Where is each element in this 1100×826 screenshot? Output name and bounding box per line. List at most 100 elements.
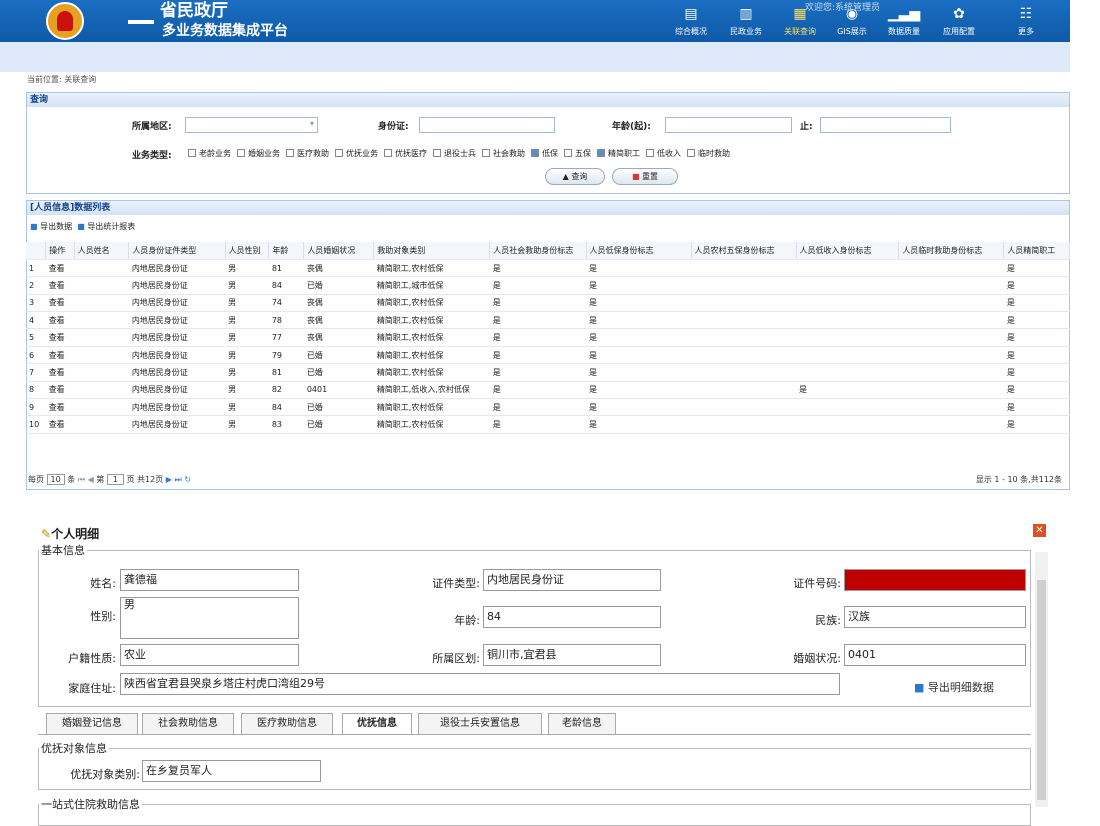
- chevron-down-icon: ▾: [309, 119, 314, 128]
- export-button[interactable]: 导出数据: [40, 222, 72, 231]
- column-header: [26, 242, 47, 260]
- age-to-label: 止:: [800, 122, 813, 132]
- export-icon: ■: [30, 222, 38, 231]
- marriage-field[interactable]: 0401: [844, 644, 1026, 666]
- first-page-icon[interactable]: ⏮: [78, 475, 85, 484]
- nation-field[interactable]: 汉族: [844, 606, 1026, 628]
- type-checkbox-5[interactable]: 退役士兵: [433, 149, 476, 158]
- sex-field[interactable]: 男: [120, 597, 299, 639]
- download-icon: ■: [914, 681, 925, 694]
- prev-page-icon[interactable]: ◀: [88, 475, 94, 484]
- view-link[interactable]: 查看: [45, 381, 75, 400]
- view-link[interactable]: 查看: [45, 259, 75, 278]
- column-header: 人员临时救助身份标志: [898, 242, 1005, 260]
- next-page-icon[interactable]: ▶: [166, 475, 172, 484]
- table-cell: 内地居民身份证: [128, 415, 226, 434]
- view-link[interactable]: 查看: [45, 311, 75, 330]
- table-row[interactable]: 1 查看 内地居民身份证男 81 丧偶 精简职工,农村低保是是是: [26, 259, 1070, 278]
- table-row[interactable]: 6 查看 内地居民身份证男 79 已婚 精简职工,农村低保是是是: [26, 346, 1070, 365]
- age-from-input[interactable]: [665, 117, 792, 133]
- age-field[interactable]: 84: [483, 606, 661, 628]
- column-header: 年龄: [268, 242, 305, 260]
- export-detail-button[interactable]: ■ 导出明细数据: [914, 679, 994, 695]
- view-link[interactable]: 查看: [45, 294, 75, 313]
- checkbox-icon: [597, 149, 605, 157]
- table-cell: 男: [225, 415, 269, 434]
- refresh-icon[interactable]: ↻: [184, 475, 191, 484]
- view-link[interactable]: 查看: [45, 276, 75, 295]
- table-cell: 男: [225, 294, 269, 313]
- type-checkbox-0[interactable]: 老龄业务: [188, 149, 231, 158]
- table-cell: 是: [1003, 294, 1070, 313]
- table-cell: 是: [586, 276, 691, 295]
- page-size-select[interactable]: 10: [46, 474, 65, 485]
- table-cell: 是: [586, 381, 691, 400]
- view-link[interactable]: 查看: [45, 398, 75, 417]
- list-title: [人员信息]数据列表: [27, 201, 1069, 215]
- table-row[interactable]: 9 查看 内地居民身份证男 84 已婚 精简职工,农村低保是是是: [26, 398, 1070, 417]
- table-cell: 3: [26, 294, 46, 313]
- id-type-field[interactable]: 内地居民身份证: [483, 569, 661, 591]
- table-cell: 精简职工,农村低保: [373, 259, 490, 278]
- table-row[interactable]: 2 查看 内地居民身份证男 84 已婚 精简职工,城市低保是是是: [26, 276, 1070, 295]
- nav-item-3[interactable]: ◉ GIS展示: [826, 6, 878, 37]
- type-checkbox-6[interactable]: 社会救助: [482, 149, 525, 158]
- yf-category-field[interactable]: 在乡复员军人: [142, 760, 321, 782]
- type-checkbox-11[interactable]: 临时救助: [687, 149, 730, 158]
- table-cell: 精简职工,农村低保: [373, 294, 490, 313]
- table-row[interactable]: 5 查看 内地居民身份证男 77 丧偶 精简职工,农村低保是是是: [26, 328, 1070, 347]
- close-icon[interactable]: ✕: [1033, 524, 1046, 537]
- tab-3[interactable]: 优抚信息: [342, 713, 412, 735]
- hukou-field[interactable]: 农业: [120, 644, 299, 666]
- region-select[interactable]: ▾: [185, 117, 318, 133]
- table-row[interactable]: 10 查看 内地居民身份证男 83 已婚 精简职工,农村低保是是是: [26, 415, 1070, 434]
- export-stat-button[interactable]: 导出统计报表: [87, 222, 135, 231]
- table-row[interactable]: 7 查看 内地居民身份证男 81 已婚 精简职工,农村低保是是是: [26, 363, 1070, 382]
- type-checkbox-7[interactable]: 低保: [531, 149, 558, 158]
- area-field[interactable]: 铜川市,宜君县: [483, 644, 661, 666]
- last-page-icon[interactable]: ⏭: [174, 475, 181, 484]
- type-checkbox-1[interactable]: 婚姻业务: [237, 149, 280, 158]
- tab-5[interactable]: 老龄信息: [548, 713, 616, 735]
- nav-item-5[interactable]: ✿ 应用配置: [933, 6, 985, 37]
- checkbox-icon: [384, 149, 392, 157]
- table-row[interactable]: 3 查看 内地居民身份证男 74 丧偶 精简职工,农村低保是是是: [26, 294, 1070, 313]
- age-to-input[interactable]: [820, 117, 951, 133]
- type-checkbox-10[interactable]: 低收入: [646, 149, 681, 158]
- view-link[interactable]: 查看: [45, 415, 75, 434]
- id-input[interactable]: [419, 117, 555, 133]
- type-checkbox-4[interactable]: 优抚医疗: [384, 149, 427, 158]
- view-link[interactable]: 查看: [45, 363, 75, 382]
- detail-scrollbar[interactable]: [1035, 552, 1048, 807]
- column-header: 操作: [45, 242, 75, 260]
- name-field[interactable]: 龚德福: [120, 569, 299, 591]
- table-cell: 精简职工,低收入,农村低保: [373, 381, 490, 400]
- type-checkbox-3[interactable]: 优抚业务: [335, 149, 378, 158]
- reset-button[interactable]: ■ 重置: [612, 168, 678, 185]
- table-cell: 74: [268, 294, 304, 313]
- table-cell: 7: [26, 363, 46, 382]
- nav-item-0[interactable]: ▤ 综合概况: [665, 6, 717, 37]
- table-row[interactable]: 8 查看 内地居民身份证男 82 0401 精简职工,低收入,农村低保是是是是: [26, 381, 1070, 400]
- view-link[interactable]: 查看: [45, 346, 75, 365]
- table-cell: [74, 294, 129, 313]
- address-field[interactable]: 陕西省宜君县哭泉乡塔庄村虎口湾组29号: [120, 673, 840, 695]
- tab-1[interactable]: 社会救助信息: [142, 713, 234, 735]
- page-input[interactable]: 1: [106, 474, 124, 485]
- type-checkbox-9[interactable]: 精简职工: [597, 149, 640, 158]
- type-checkbox-8[interactable]: 五保: [564, 149, 591, 158]
- table-row[interactable]: 4 查看 内地居民身份证男 78 丧偶 精简职工,农村低保是是是: [26, 311, 1070, 330]
- view-link[interactable]: 查看: [45, 328, 75, 347]
- tab-4[interactable]: 退役士兵安置信息: [418, 713, 542, 735]
- nav-item-1[interactable]: ▥ 民政业务: [720, 6, 772, 37]
- scroll-thumb[interactable]: [1037, 580, 1046, 800]
- id-number-field[interactable]: [844, 569, 1026, 591]
- detail-title: ✎个人明细: [41, 527, 100, 541]
- tab-0[interactable]: 婚姻登记信息: [46, 713, 138, 735]
- tab-2[interactable]: 医疗救助信息: [241, 713, 333, 735]
- nav-item-2[interactable]: ▦ 关联查询: [774, 6, 826, 37]
- type-checkbox-2[interactable]: 医疗救助: [286, 149, 329, 158]
- nav-item-6[interactable]: ☷ 更多: [1000, 6, 1052, 37]
- nav-item-4[interactable]: ▁▃▅ 数据质量: [878, 6, 930, 37]
- search-button[interactable]: ▲ 查询: [545, 168, 605, 185]
